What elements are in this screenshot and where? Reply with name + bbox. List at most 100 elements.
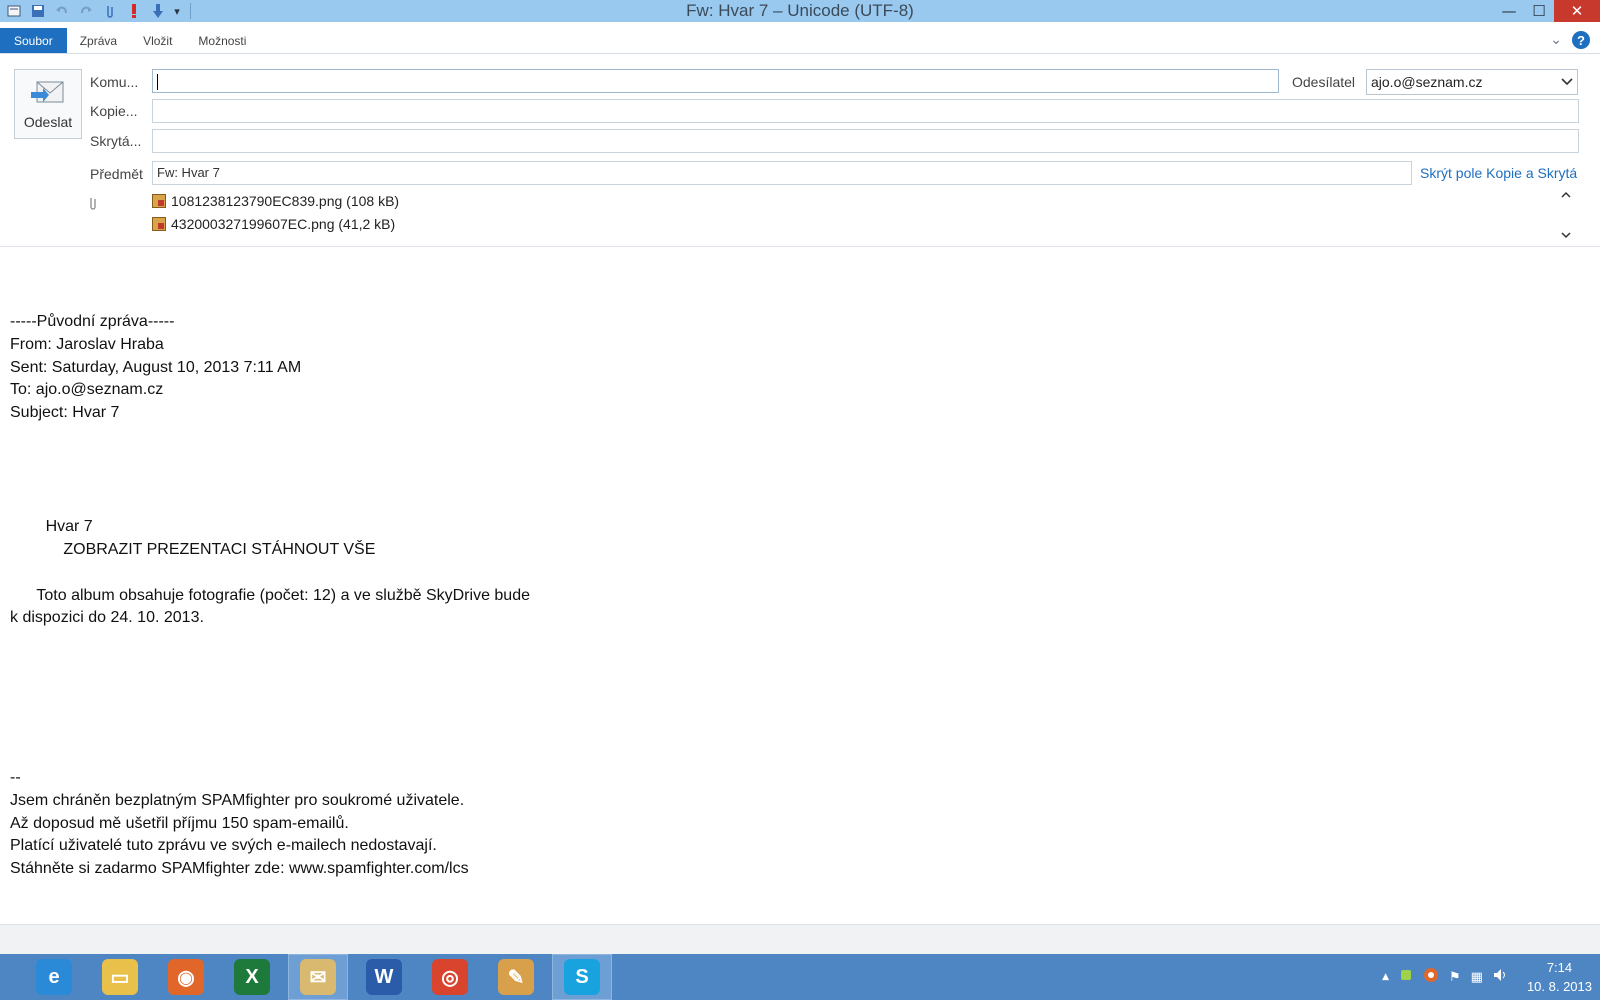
body-line: Platící uživatelé tuto zprávu ve svých e… bbox=[10, 837, 437, 855]
taskbar: e ▭ ◉ X ✉ W ◎ ✎ S bbox=[0, 954, 1600, 1000]
save-icon[interactable] bbox=[26, 0, 50, 22]
body-line bbox=[10, 471, 1570, 494]
status-bar bbox=[0, 924, 1600, 954]
body-line: To: ajo.o@seznam.cz bbox=[10, 381, 164, 399]
send-button[interactable]: Odeslat bbox=[14, 69, 82, 139]
minimize-button[interactable]: — bbox=[1494, 0, 1524, 22]
body-line bbox=[10, 425, 1570, 448]
chrome-icon: ◎ bbox=[432, 959, 468, 995]
excel-icon: X bbox=[234, 959, 270, 995]
body-line bbox=[10, 744, 1570, 767]
file-explorer-icon: ▭ bbox=[102, 959, 138, 995]
body-line: Hvar 7 bbox=[10, 518, 93, 536]
taskbar-clock[interactable]: 7:14 10. 8. 2013 bbox=[1527, 958, 1592, 996]
subject-value: Fw: Hvar 7 bbox=[157, 165, 220, 180]
attachment-item[interactable]: 432000327199607EC.png (41,2 kB) bbox=[152, 216, 395, 232]
scroll-down-icon[interactable] bbox=[1561, 231, 1571, 242]
to-label[interactable]: Komu... bbox=[90, 74, 138, 90]
body-line bbox=[10, 699, 1570, 722]
window-controls: — ☐ ✕ bbox=[1494, 0, 1600, 22]
tray-app-icon[interactable] bbox=[1399, 968, 1413, 986]
word-icon: W bbox=[366, 959, 402, 995]
attachments-scrollbar[interactable] bbox=[1558, 190, 1574, 242]
body-line bbox=[10, 630, 1570, 653]
bcc-label[interactable]: Skrytá... bbox=[90, 133, 141, 149]
taskbar-word[interactable]: W bbox=[354, 954, 414, 1000]
close-button[interactable]: ✕ bbox=[1554, 0, 1600, 22]
skype-icon: S bbox=[564, 959, 600, 995]
body-line bbox=[10, 493, 1570, 516]
taskbar-internet-explorer[interactable]: e bbox=[24, 954, 84, 1000]
attach-file-icon[interactable] bbox=[98, 0, 122, 22]
body-line bbox=[10, 676, 1570, 699]
tab-vlozit[interactable]: Vložit bbox=[130, 28, 185, 53]
internet-explorer-icon: e bbox=[36, 959, 72, 995]
high-priority-icon[interactable] bbox=[122, 0, 146, 22]
system-tray: ▲ ⚑ ▦ 7:14 10. 8. 2013 bbox=[1382, 954, 1592, 1000]
message-body[interactable]: -----Původní zpráva----- From: Jaroslav H… bbox=[10, 311, 1570, 881]
body-line: Jsem chráněn bezplatným SPAMfighter pro … bbox=[10, 791, 465, 809]
antivirus-icon[interactable] bbox=[1423, 967, 1439, 987]
cc-field[interactable] bbox=[152, 99, 1579, 123]
scroll-up-icon[interactable] bbox=[1561, 190, 1571, 201]
cc-label[interactable]: Kopie... bbox=[90, 103, 137, 119]
body-line: Subject: Hvar 7 bbox=[10, 404, 120, 422]
toolbar-separator bbox=[190, 3, 191, 19]
low-priority-icon[interactable] bbox=[146, 0, 170, 22]
firefox-icon: ◉ bbox=[168, 959, 204, 995]
text-caret bbox=[157, 73, 158, 90]
body-line: k dispozici do 24. 10. 2013. bbox=[10, 609, 204, 627]
sender-value: ajo.o@seznam.cz bbox=[1371, 74, 1483, 90]
action-center-flag-icon[interactable]: ⚑ bbox=[1449, 970, 1461, 985]
image-file-icon bbox=[152, 217, 166, 231]
network-icon[interactable]: ▦ bbox=[1471, 970, 1483, 985]
taskbar-firefox[interactable]: ◉ bbox=[156, 954, 216, 1000]
body-line: Sent: Saturday, August 10, 2013 7:11 AM bbox=[10, 358, 302, 376]
collapse-ribbon-icon[interactable]: ⌄ bbox=[1550, 32, 1562, 48]
paperclip-icon bbox=[88, 196, 98, 214]
title-bar: ▾ Fw: Hvar 7 – Unicode (UTF-8) — ☐ ✕ bbox=[0, 0, 1600, 22]
help-icon[interactable]: ? bbox=[1572, 31, 1590, 49]
body-line: Stáhněte si zadarmo SPAMfighter zde: www… bbox=[10, 860, 469, 878]
ribbon-right-controls: ⌄ ? bbox=[1550, 31, 1590, 49]
tab-moznosti[interactable]: Možnosti bbox=[185, 28, 259, 53]
chevron-down-icon bbox=[1561, 76, 1573, 89]
body-line bbox=[10, 721, 1570, 744]
image-file-icon bbox=[152, 194, 166, 208]
bcc-field[interactable] bbox=[152, 129, 1579, 153]
tab-soubor[interactable]: Soubor bbox=[0, 28, 67, 53]
taskbar-paint[interactable]: ✎ bbox=[486, 954, 546, 1000]
customize-toolbar-icon[interactable]: ▾ bbox=[170, 0, 184, 22]
body-line bbox=[10, 448, 1570, 471]
to-field[interactable] bbox=[152, 69, 1279, 93]
body-line: From: Jaroslav Hraba bbox=[10, 335, 164, 353]
taskbar-windows-live-mail[interactable]: ✉ bbox=[288, 954, 348, 1000]
body-line bbox=[10, 562, 1570, 585]
windows-live-mail-icon: ✉ bbox=[300, 959, 336, 995]
undo-icon[interactable] bbox=[50, 0, 74, 22]
sender-label: Odesílatel bbox=[1292, 74, 1356, 90]
subject-field[interactable]: Fw: Hvar 7 bbox=[152, 161, 1412, 185]
header-divider bbox=[0, 246, 1600, 247]
attachment-name: 1081238123790EC839.png (108 kB) bbox=[171, 193, 400, 209]
body-line: Až doposud mě ušetřil příjmu 150 spam-em… bbox=[10, 814, 349, 832]
tab-zprava[interactable]: Zpráva bbox=[67, 28, 130, 53]
taskbar-chrome[interactable]: ◎ bbox=[420, 954, 480, 1000]
volume-icon[interactable] bbox=[1493, 968, 1509, 986]
taskbar-excel[interactable]: X bbox=[222, 954, 282, 1000]
attachment-name: 432000327199607EC.png (41,2 kB) bbox=[171, 216, 396, 232]
attachment-item[interactable]: 1081238123790EC839.png (108 kB) bbox=[152, 193, 399, 209]
hide-cc-bcc-link[interactable]: Skrýt pole Kopie a Skrytá bbox=[1420, 165, 1577, 181]
taskbar-file-explorer[interactable]: ▭ bbox=[90, 954, 150, 1000]
app-menu-icon[interactable] bbox=[2, 0, 26, 22]
show-hidden-icons-icon[interactable]: ▲ bbox=[1382, 972, 1389, 982]
redo-icon[interactable] bbox=[74, 0, 98, 22]
window-title: Fw: Hvar 7 – Unicode (UTF-8) bbox=[686, 1, 914, 20]
body-line: Toto album obsahuje fotografie (počet: 1… bbox=[10, 586, 530, 604]
maximize-button[interactable]: ☐ bbox=[1524, 0, 1554, 22]
sender-select[interactable]: ajo.o@seznam.cz bbox=[1366, 69, 1578, 95]
send-mail-icon bbox=[29, 78, 67, 108]
taskbar-skype[interactable]: S bbox=[552, 954, 612, 1000]
clock-date: 10. 8. 2013 bbox=[1526, 979, 1592, 994]
paint-icon: ✎ bbox=[498, 959, 534, 995]
